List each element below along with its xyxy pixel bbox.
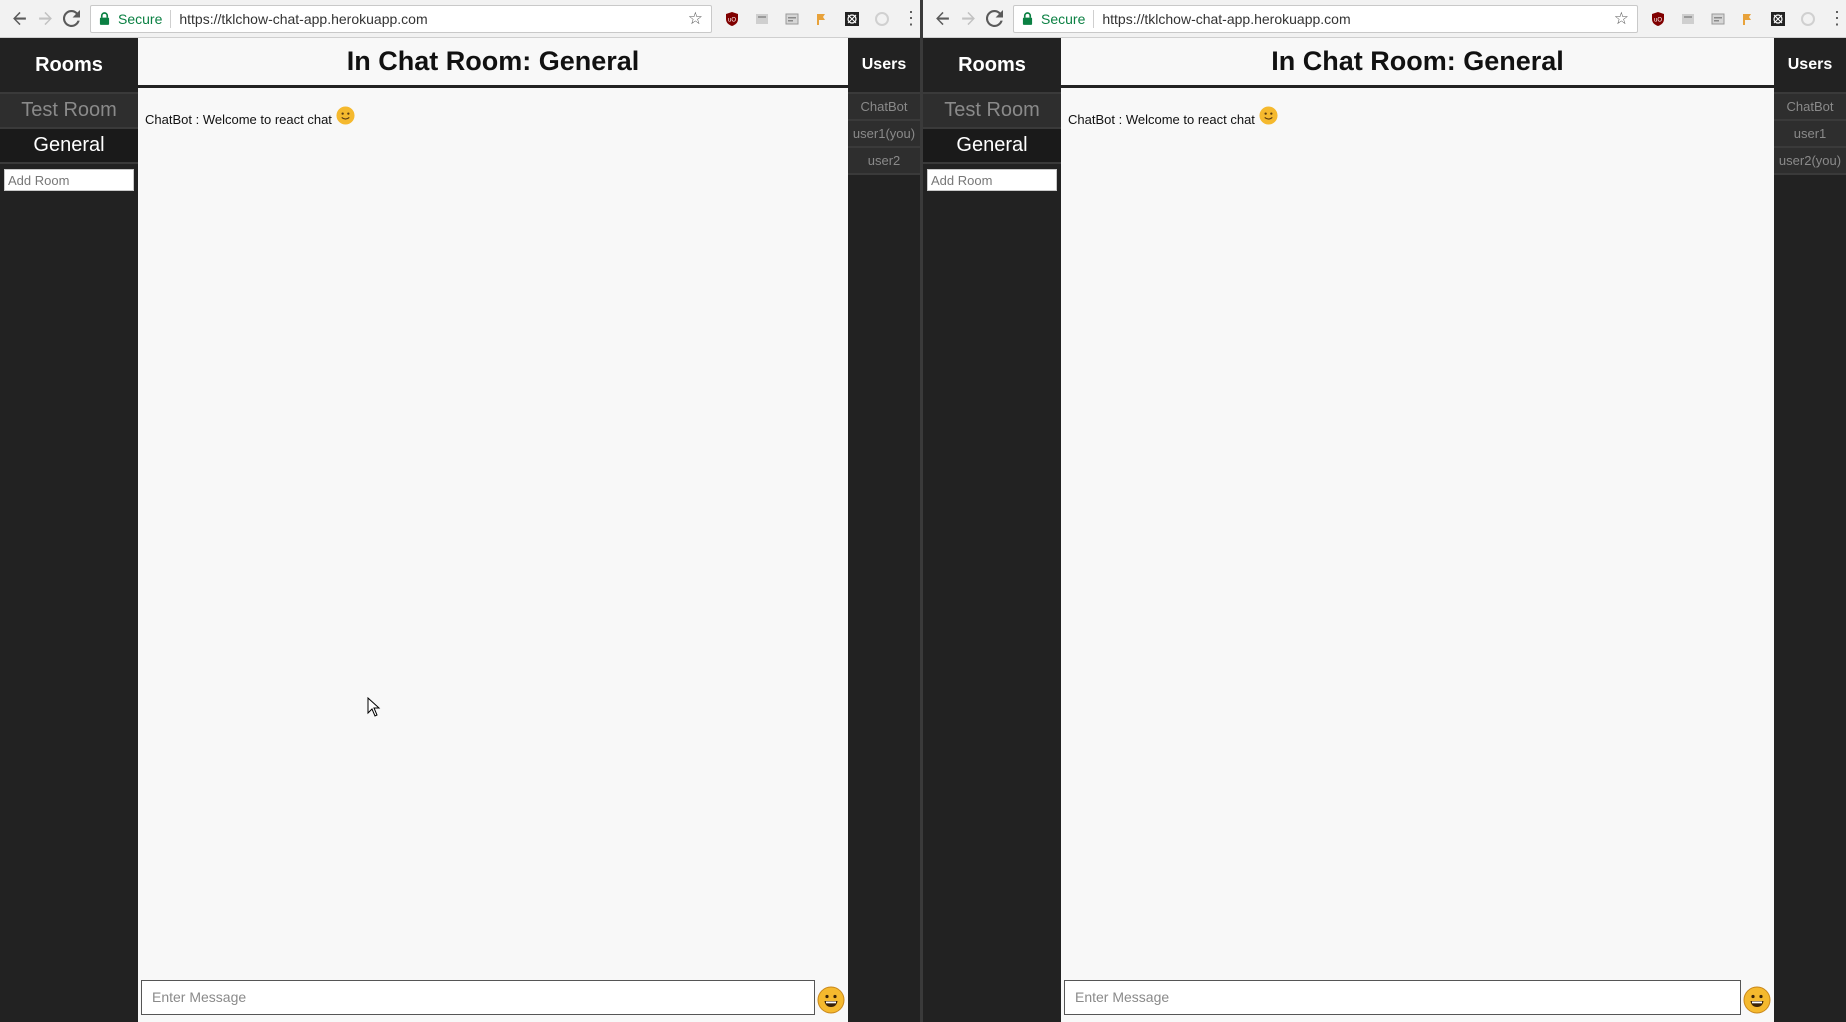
message-input[interactable]: [1064, 979, 1741, 1015]
rooms-sidebar: Rooms Test Room General: [923, 38, 1061, 1022]
add-room-input[interactable]: [927, 169, 1057, 191]
browser-window-left: Secure https://tklchow-chat-app.herokuap…: [0, 0, 923, 1022]
extension-icon[interactable]: [812, 9, 832, 29]
chat-app: Rooms Test Room General In Chat Room: Ge…: [0, 38, 920, 1022]
address-bar[interactable]: Secure https://tklchow-chat-app.herokuap…: [90, 4, 712, 33]
users-sidebar: Users ChatBot user1 user2(you): [1774, 38, 1846, 1022]
message-text: Welcome to react chat: [202, 112, 332, 127]
ublock-icon[interactable]: uO: [1648, 9, 1668, 29]
divider: [170, 9, 172, 28]
users-title: Users: [1774, 38, 1846, 94]
address-bar[interactable]: Secure https://tklchow-chat-app.herokuap…: [1013, 4, 1638, 33]
reload-icon[interactable]: [981, 6, 1007, 32]
user-item-user2[interactable]: user2(you): [1774, 148, 1846, 175]
star-icon[interactable]: ☆: [688, 9, 703, 29]
screen: Secure https://tklchow-chat-app.herokuap…: [0, 0, 1846, 1022]
message-separator: :: [191, 112, 203, 127]
smiley-emoji-icon: [1259, 106, 1278, 125]
extension-icon[interactable]: [842, 9, 862, 29]
menu-dots-icon[interactable]: ⋮: [902, 8, 920, 29]
lock-icon: [1022, 12, 1035, 26]
rooms-title: Rooms: [923, 38, 1061, 94]
back-arrow-icon[interactable]: [6, 6, 32, 32]
user-item-chatbot[interactable]: ChatBot: [848, 94, 920, 121]
star-icon[interactable]: ☆: [1614, 9, 1629, 29]
rooms-sidebar: Rooms Test Room General: [0, 38, 138, 1022]
chat-panel: In Chat Room: General ChatBot : Welcome …: [1061, 38, 1774, 1022]
smiley-emoji-icon: [336, 106, 355, 125]
svg-text:uO: uO: [1654, 17, 1662, 23]
browser-toolbar: Secure https://tklchow-chat-app.herokuap…: [0, 0, 920, 38]
secure-label: Secure: [1041, 10, 1086, 27]
extension-icon[interactable]: [1738, 9, 1758, 29]
menu-dots-icon[interactable]: ⋮: [1828, 8, 1846, 29]
message-composer: [1061, 978, 1774, 1022]
mouse-cursor-icon: [367, 697, 381, 717]
message-list: ChatBot : Welcome to react chat: [1061, 88, 1774, 978]
lock-icon: [99, 12, 112, 26]
user-item-chatbot[interactable]: ChatBot: [1774, 94, 1846, 121]
extension-icon[interactable]: [752, 9, 772, 29]
grinning-emoji-icon[interactable]: [1743, 986, 1771, 1014]
forward-arrow-icon[interactable]: [955, 6, 981, 32]
url-text[interactable]: https://tklchow-chat-app.herokuapp.com: [179, 11, 687, 27]
message-composer: [138, 978, 848, 1022]
forward-arrow-icon[interactable]: [32, 6, 58, 32]
room-item-test-room[interactable]: Test Room: [923, 94, 1061, 129]
rooms-title: Rooms: [0, 38, 138, 94]
grinning-emoji-icon[interactable]: [817, 986, 845, 1014]
browser-window-right: Secure https://tklchow-chat-app.herokuap…: [923, 0, 1846, 1022]
chat-room-title: In Chat Room: General: [138, 38, 848, 88]
chat-room-title: In Chat Room: General: [1061, 38, 1774, 88]
user-item-user2[interactable]: user2: [848, 148, 920, 175]
chat-app: Rooms Test Room General In Chat Room: Ge…: [923, 38, 1846, 1022]
message-input[interactable]: [141, 979, 815, 1015]
extension-icon[interactable]: [872, 9, 892, 29]
browser-toolbar: Secure https://tklchow-chat-app.herokuap…: [923, 0, 1846, 38]
url-text[interactable]: https://tklchow-chat-app.herokuapp.com: [1102, 11, 1613, 27]
message-text: Welcome to react chat: [1125, 112, 1255, 127]
extension-icon[interactable]: [1798, 9, 1818, 29]
message-list: ChatBot : Welcome to react chat: [138, 88, 848, 978]
message-sender: ChatBot: [145, 112, 192, 127]
message-sender: ChatBot: [1068, 112, 1115, 127]
secure-label: Secure: [118, 10, 163, 27]
extension-icon[interactable]: [1678, 9, 1698, 29]
users-sidebar: Users ChatBot user1(you) user2: [848, 38, 920, 1022]
extension-icon[interactable]: [1768, 9, 1788, 29]
ublock-icon[interactable]: uO: [722, 9, 742, 29]
divider: [1093, 9, 1095, 28]
extension-icon[interactable]: [782, 9, 802, 29]
svg-text:uO: uO: [728, 17, 736, 23]
add-room-input[interactable]: [4, 169, 134, 191]
room-item-test-room[interactable]: Test Room: [0, 94, 138, 129]
back-arrow-icon[interactable]: [929, 6, 955, 32]
chat-panel: In Chat Room: General ChatBot : Welcome …: [138, 38, 848, 1022]
room-item-general[interactable]: General: [923, 129, 1061, 164]
user-item-user1[interactable]: user1: [1774, 121, 1846, 148]
message-separator: :: [1114, 112, 1126, 127]
chat-message: ChatBot : Welcome to react chat: [145, 106, 841, 127]
users-title: Users: [848, 38, 920, 94]
room-item-general[interactable]: General: [0, 129, 138, 164]
reload-icon[interactable]: [58, 6, 84, 32]
extension-icon[interactable]: [1708, 9, 1728, 29]
chat-message: ChatBot : Welcome to react chat: [1068, 106, 1767, 127]
user-item-user1[interactable]: user1(you): [848, 121, 920, 148]
